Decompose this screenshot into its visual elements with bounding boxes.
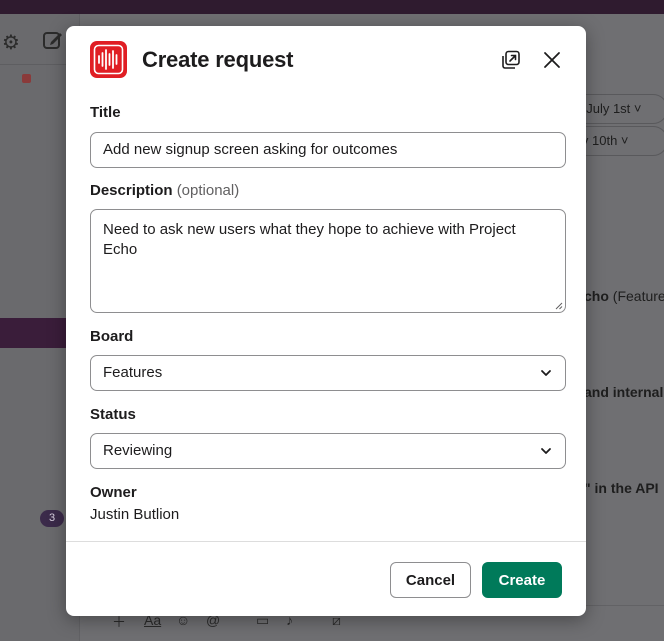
status-select[interactable]: Reviewing [90, 433, 566, 469]
chevron-down-icon [541, 448, 551, 454]
create-request-modal: Create request Title Add new signup scre… [66, 26, 586, 616]
title-label: Title [90, 104, 121, 121]
modal-title: Create request [142, 47, 294, 72]
message-snippet: " in the API [584, 480, 659, 496]
optional-hint: (optional) [176, 182, 240, 199]
echo-waveform-icon [90, 41, 127, 78]
close-icon [544, 52, 560, 68]
create-button[interactable]: Create [482, 562, 562, 598]
description-label: Description (optional) [90, 182, 239, 199]
chevron-down-icon [541, 370, 551, 376]
board-label: Board [90, 328, 134, 345]
board-selected-value: Features [103, 364, 163, 381]
status-selected-value: Reviewing [103, 442, 173, 459]
expand-button[interactable] [498, 47, 524, 73]
top-bar [0, 0, 664, 14]
description-textarea[interactable]: Need to ask new users what they hope to … [90, 209, 566, 313]
description-label-text: Description [90, 182, 173, 199]
board-select[interactable]: Features [90, 355, 566, 391]
expand-icon [502, 50, 520, 69]
owner-value: Justin Butlion [90, 506, 180, 523]
title-input[interactable]: Add new signup screen asking for outcome… [90, 132, 566, 168]
gear-icon[interactable]: ⚙ [2, 30, 20, 55]
channel-icon[interactable] [22, 74, 31, 83]
description-text: Need to ask new users what they hope to … [103, 221, 516, 258]
compose-icon[interactable] [42, 29, 64, 51]
message-snippet: and internal [584, 384, 664, 400]
footer-divider [66, 541, 586, 542]
cancel-button[interactable]: Cancel [390, 562, 471, 598]
close-button[interactable] [539, 47, 565, 73]
date-pill-label: , July 1st [579, 101, 631, 116]
owner-label: Owner [90, 484, 137, 501]
status-label: Status [90, 406, 136, 423]
message-snippet: cho (Features [584, 288, 664, 304]
resize-handle-icon[interactable] [554, 301, 563, 310]
unread-count-badge: 3 [40, 510, 64, 527]
modal-header: Create request [66, 26, 586, 96]
